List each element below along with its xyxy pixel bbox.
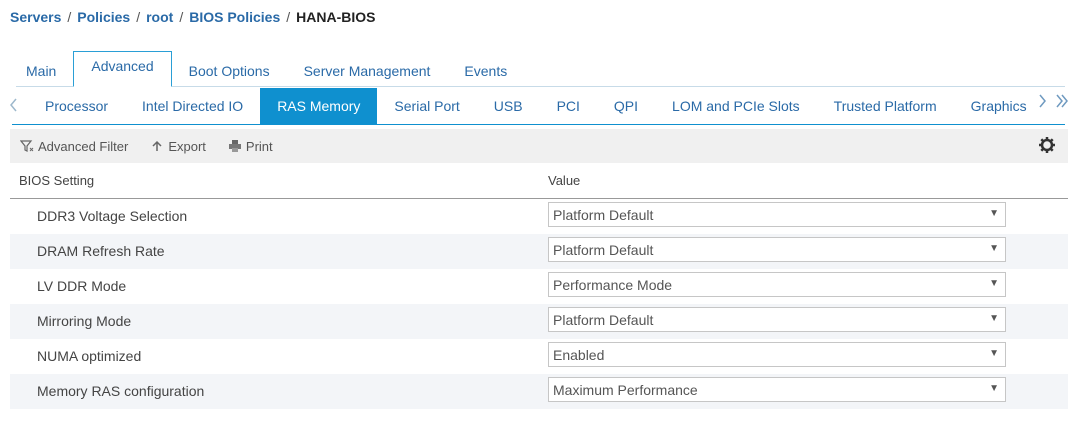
sub-tabs-divider bbox=[12, 124, 1065, 125]
print-button[interactable]: Print bbox=[228, 139, 273, 154]
sub-tabs-scroll bbox=[1037, 94, 1069, 113]
subtab-graphics[interactable]: Graphics bbox=[954, 88, 1031, 124]
breadcrumb-policies[interactable]: Policies bbox=[77, 9, 130, 25]
caret-down-icon: ▼ bbox=[989, 278, 999, 289]
setting-label: Mirroring Mode bbox=[37, 313, 132, 329]
dropdown-value: Maximum Performance bbox=[553, 382, 698, 398]
toolbar: Advanced Filter Export Print bbox=[10, 129, 1068, 163]
main-tabs-divider bbox=[16, 86, 1065, 87]
setting-label: Memory RAS configuration bbox=[37, 383, 205, 399]
tab-boot-options[interactable]: Boot Options bbox=[172, 56, 287, 86]
table-row: DRAM Refresh Rate Platform Default ▼ bbox=[10, 234, 1068, 269]
print-icon bbox=[228, 139, 242, 153]
caret-down-icon: ▼ bbox=[989, 313, 999, 324]
table-row: Mirroring Mode Platform Default ▼ bbox=[10, 304, 1068, 339]
caret-down-icon: ▼ bbox=[989, 208, 999, 219]
dropdown-value: Performance Mode bbox=[553, 277, 673, 293]
subtab-trusted-platform[interactable]: Trusted Platform bbox=[817, 88, 954, 124]
setting-label: DRAM Refresh Rate bbox=[37, 243, 165, 259]
sub-tabs: Processor Intel Directed IO RAS Memory S… bbox=[0, 88, 1077, 124]
subtab-ras-memory[interactable]: RAS Memory bbox=[260, 88, 378, 124]
export-label: Export bbox=[168, 138, 206, 154]
caret-down-icon: ▼ bbox=[989, 243, 999, 254]
double-chevron-right-icon[interactable] bbox=[1055, 94, 1069, 113]
breadcrumb-separator: / bbox=[179, 9, 184, 25]
breadcrumb-separator: / bbox=[136, 9, 141, 25]
chevron-left-icon[interactable] bbox=[0, 96, 28, 117]
gear-icon[interactable] bbox=[1038, 136, 1056, 154]
export-button[interactable]: Export bbox=[150, 139, 206, 154]
subtab-qpi[interactable]: QPI bbox=[597, 88, 655, 124]
subtab-lom-pcie-slots[interactable]: LOM and PCIe Slots bbox=[655, 88, 817, 124]
setting-label: NUMA optimized bbox=[37, 348, 142, 364]
chevron-right-icon[interactable] bbox=[1037, 94, 1047, 113]
filter-icon bbox=[19, 139, 34, 153]
value-dropdown[interactable]: Enabled ▼ bbox=[548, 342, 1006, 367]
advanced-filter-button[interactable]: Advanced Filter bbox=[19, 138, 129, 154]
tab-main[interactable]: Main bbox=[16, 56, 73, 86]
caret-down-icon: ▼ bbox=[989, 348, 999, 359]
dropdown-value: Enabled bbox=[553, 347, 605, 363]
subtab-pci[interactable]: PCI bbox=[540, 88, 597, 124]
breadcrumb-separator: / bbox=[286, 9, 291, 25]
breadcrumb-bios-policies[interactable]: BIOS Policies bbox=[189, 9, 280, 25]
table-row: NUMA optimized Enabled ▼ bbox=[10, 339, 1068, 374]
export-icon bbox=[150, 139, 164, 153]
subtab-intel-directed-io[interactable]: Intel Directed IO bbox=[125, 88, 260, 124]
table-row: DDR3 Voltage Selection Platform Default … bbox=[10, 199, 1068, 234]
tab-events[interactable]: Events bbox=[447, 56, 524, 86]
advanced-filter-label: Advanced Filter bbox=[38, 138, 129, 154]
main-tabs: Main Advanced Boot Options Server Manage… bbox=[16, 51, 524, 87]
breadcrumb-current: HANA-BIOS bbox=[296, 9, 376, 25]
breadcrumb-separator: / bbox=[67, 9, 72, 25]
subtab-usb[interactable]: USB bbox=[477, 88, 540, 124]
tab-server-management[interactable]: Server Management bbox=[287, 56, 448, 86]
value-dropdown[interactable]: Platform Default ▼ bbox=[548, 202, 1006, 227]
dropdown-value: Platform Default bbox=[553, 242, 654, 258]
subtab-serial-port[interactable]: Serial Port bbox=[377, 88, 476, 124]
subtab-processor[interactable]: Processor bbox=[28, 88, 125, 124]
breadcrumb-root[interactable]: root bbox=[146, 9, 173, 25]
breadcrumb: Servers / Policies / root / BIOS Policie… bbox=[10, 9, 375, 25]
value-dropdown[interactable]: Maximum Performance ▼ bbox=[548, 377, 1006, 402]
value-dropdown[interactable]: Platform Default ▼ bbox=[548, 307, 1006, 332]
setting-label: LV DDR Mode bbox=[37, 278, 127, 294]
breadcrumb-servers[interactable]: Servers bbox=[10, 9, 61, 25]
value-dropdown[interactable]: Platform Default ▼ bbox=[548, 237, 1006, 262]
tab-advanced[interactable]: Advanced bbox=[73, 51, 172, 87]
column-header-value[interactable]: Value bbox=[548, 173, 580, 188]
dropdown-value: Platform Default bbox=[553, 312, 654, 328]
table-body: DDR3 Voltage Selection Platform Default … bbox=[10, 199, 1068, 409]
dropdown-value: Platform Default bbox=[553, 207, 654, 223]
caret-down-icon: ▼ bbox=[989, 383, 999, 394]
value-dropdown[interactable]: Performance Mode ▼ bbox=[548, 272, 1006, 297]
table-row: LV DDR Mode Performance Mode ▼ bbox=[10, 269, 1068, 304]
table-row: Memory RAS configuration Maximum Perform… bbox=[10, 374, 1068, 409]
column-header-bios-setting[interactable]: BIOS Setting bbox=[19, 173, 94, 188]
setting-label: DDR3 Voltage Selection bbox=[37, 208, 188, 224]
print-label: Print bbox=[245, 138, 273, 154]
table-header: BIOS Setting Value bbox=[10, 164, 1068, 199]
